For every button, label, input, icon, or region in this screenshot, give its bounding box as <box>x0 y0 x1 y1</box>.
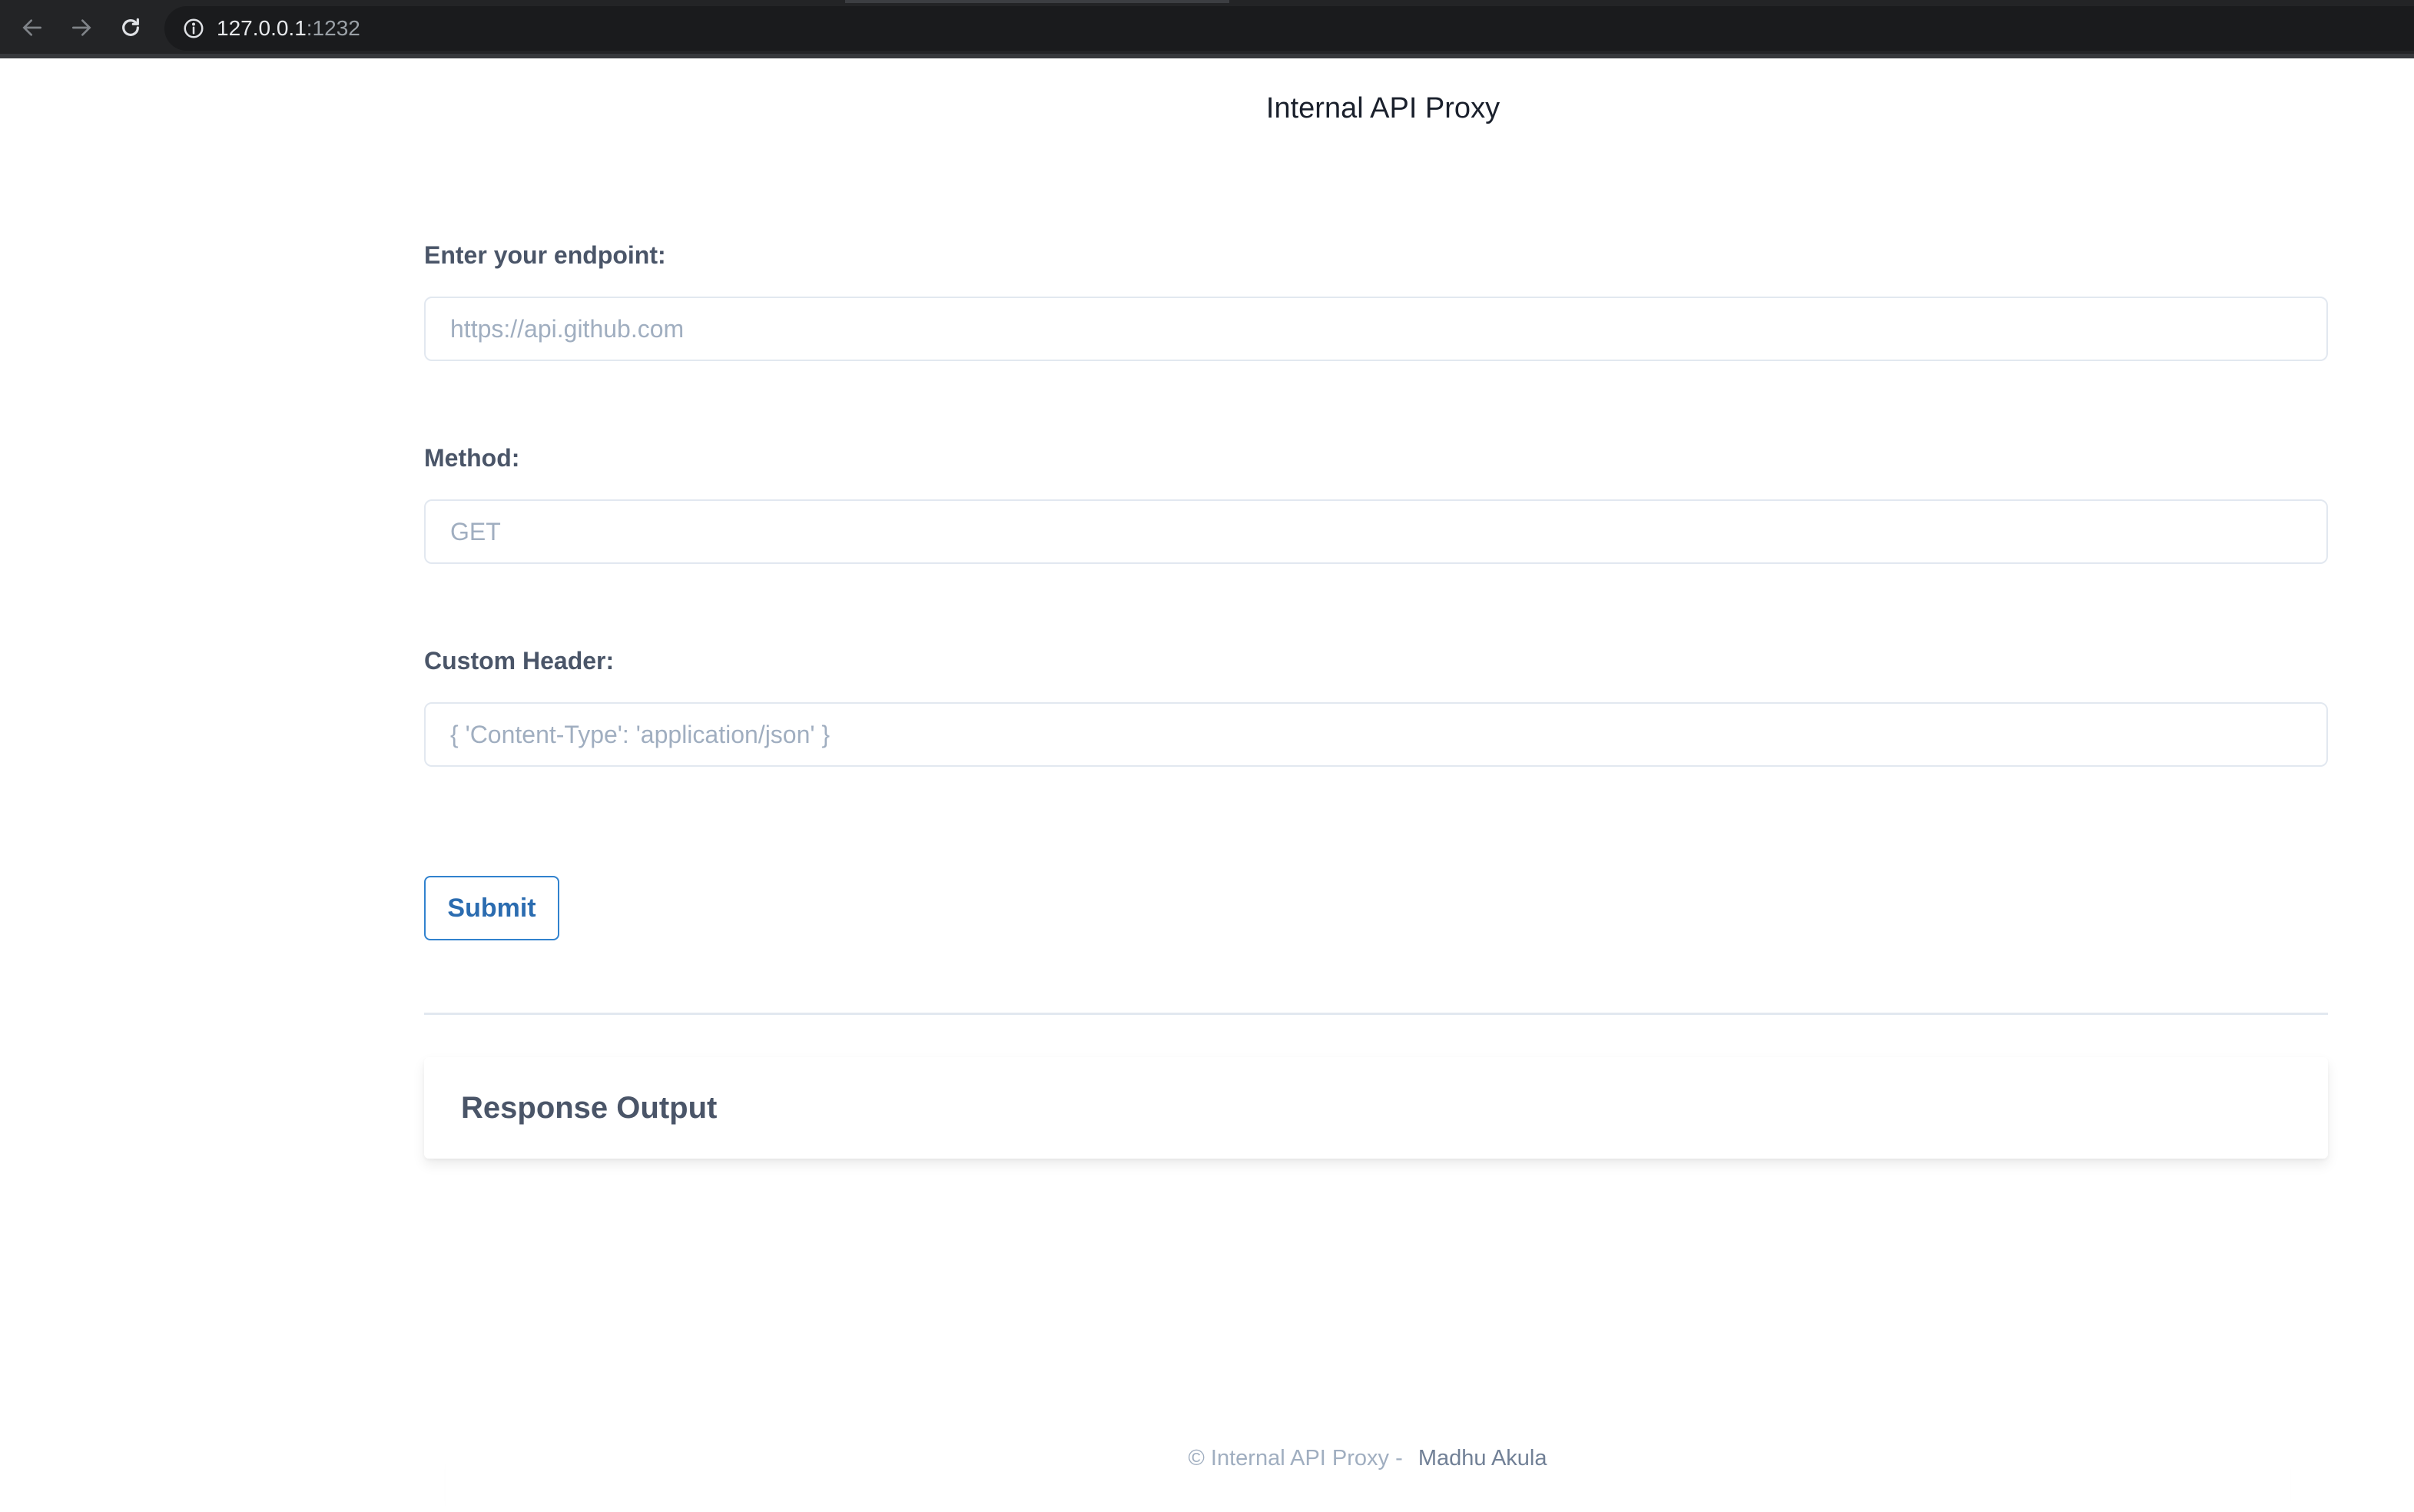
url-port: :1232 <box>306 16 360 40</box>
footer-author-link[interactable]: Madhu Akula <box>1418 1446 1547 1471</box>
endpoint-label: Enter your endpoint: <box>424 241 666 269</box>
arrow-left-icon <box>22 19 41 36</box>
response-output-title: Response Output <box>461 1090 718 1125</box>
submit-button[interactable]: Submit <box>424 876 559 940</box>
proxy-form: Enter your endpoint: Method: Custom Head… <box>424 230 2328 850</box>
footer-copyright: © Internal API Proxy - <box>1188 1446 1409 1471</box>
method-label: Method: <box>424 444 520 472</box>
method-input[interactable] <box>424 499 2328 564</box>
custom-header-label: Custom Header: <box>424 647 615 675</box>
header-field-group: Custom Header: <box>424 647 2328 767</box>
endpoint-field-group: Enter your endpoint: <box>424 241 2328 361</box>
info-icon[interactable] <box>181 16 206 41</box>
method-field-group: Method: <box>424 444 2328 564</box>
custom-header-input[interactable] <box>424 702 2328 767</box>
reload-icon <box>122 18 139 36</box>
footer: © Internal API Proxy - Madhu Akula <box>446 1437 2290 1512</box>
response-output-card: Response Output <box>424 1057 2328 1159</box>
back-button[interactable] <box>15 11 49 45</box>
page-title: Internal API Proxy <box>1265 92 1500 124</box>
url-host: 127.0.0.1 <box>217 16 307 40</box>
browser-toolbar: 127.0.0.1:1232 <box>0 0 2414 58</box>
reload-button[interactable] <box>114 11 148 45</box>
forward-button[interactable] <box>65 11 98 45</box>
divider <box>424 1013 2328 1015</box>
arrow-right-icon <box>72 19 91 36</box>
address-bar[interactable]: 127.0.0.1:1232 <box>164 6 2414 51</box>
tab-strip <box>845 0 1229 3</box>
endpoint-input[interactable] <box>424 297 2328 361</box>
